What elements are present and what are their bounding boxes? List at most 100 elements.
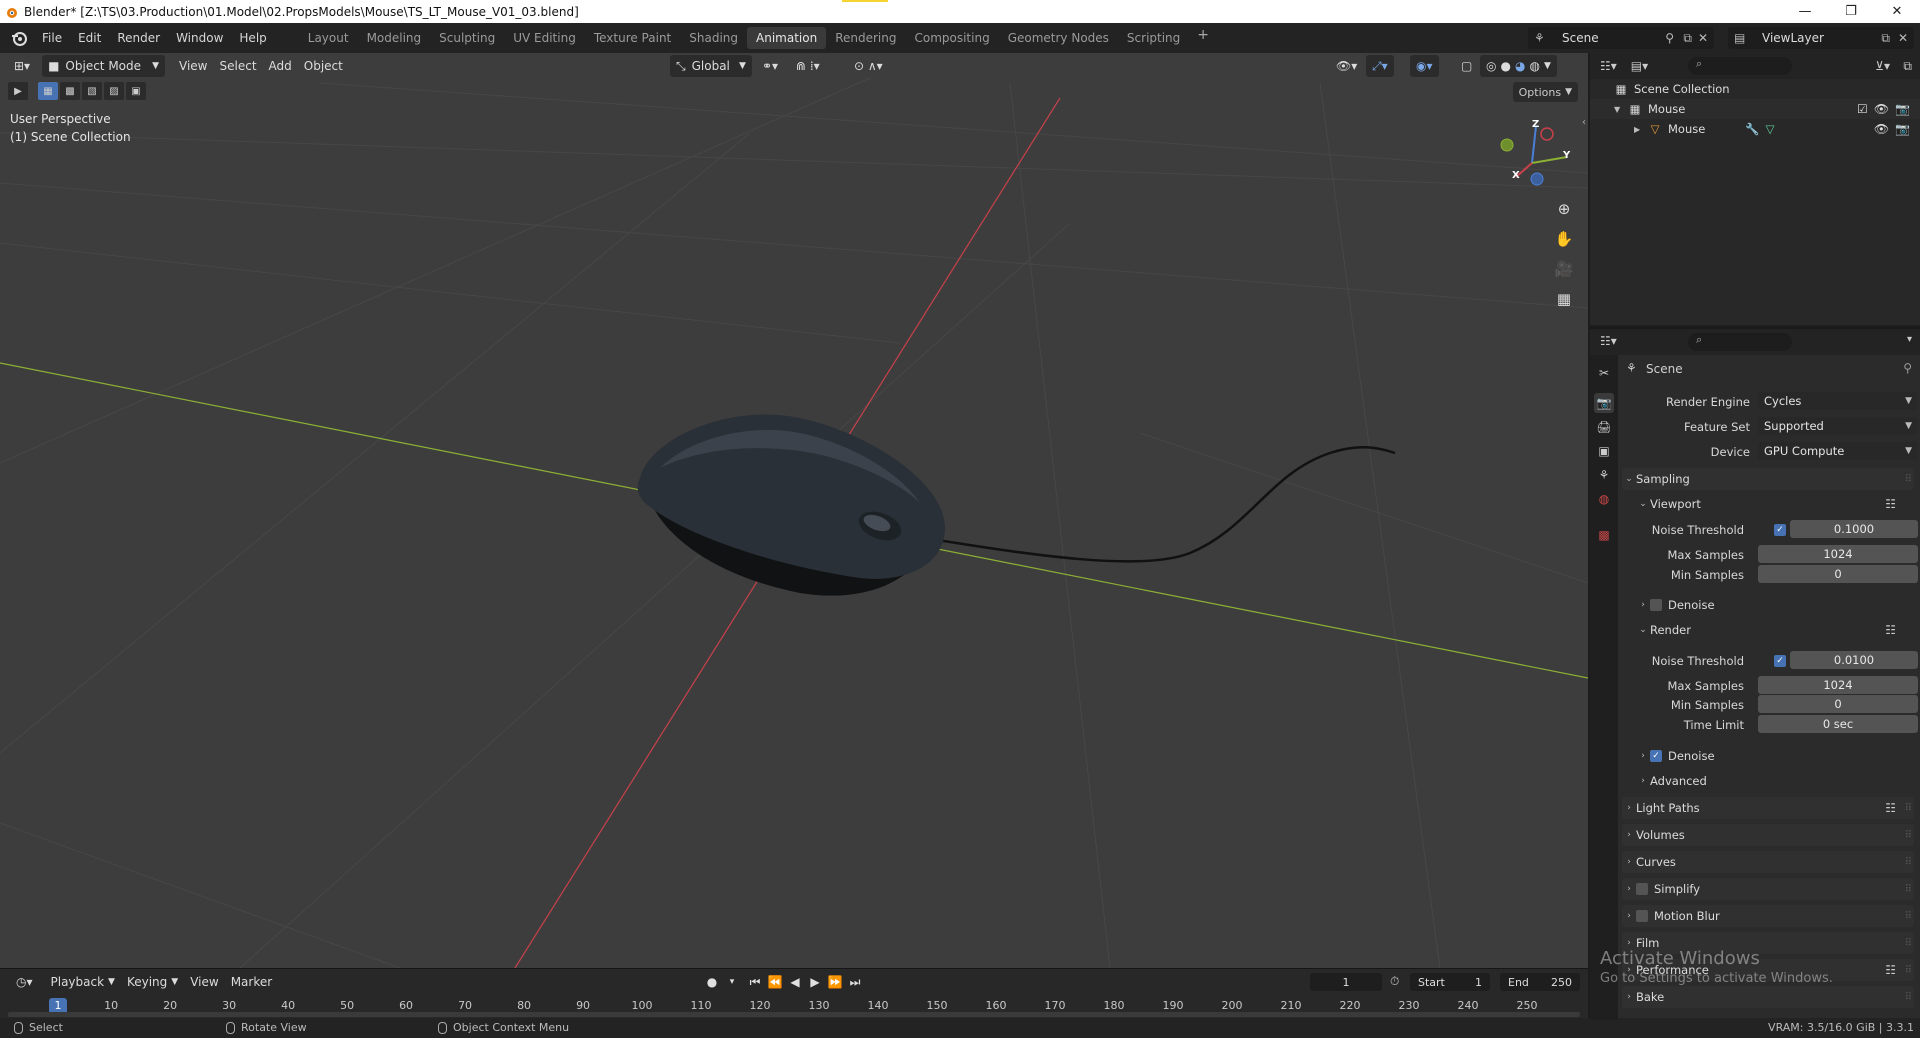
render-engine-dropdown[interactable]: Cycles ▼ bbox=[1758, 392, 1918, 410]
r-max-samples-field[interactable]: 1024 bbox=[1758, 676, 1918, 694]
drag-grip-icon[interactable]: ⠿ bbox=[1905, 992, 1912, 1003]
panel-render[interactable]: ⌄ Render ☷ bbox=[1622, 619, 1914, 641]
camera-view-icon[interactable]: 🎥 bbox=[1552, 257, 1576, 281]
menu-playback[interactable]: Playback ▼ bbox=[45, 971, 121, 993]
proportional-edit-icon[interactable]: ⊙ ∧▾ bbox=[848, 55, 889, 77]
menu-edit[interactable]: Edit bbox=[70, 27, 109, 49]
scene-tab-icon[interactable]: ⚘ bbox=[1594, 465, 1614, 485]
pivot-icon[interactable]: ⚭▾ bbox=[756, 55, 784, 77]
panel-motion-blur[interactable]: › Motion Blur ⠿ bbox=[1622, 905, 1914, 927]
pan-hand-icon[interactable]: ✋ bbox=[1552, 227, 1576, 251]
snap-icon[interactable]: ⋒ ⁞▾ bbox=[790, 55, 826, 77]
outliner-search-input[interactable]: ⌕ bbox=[1688, 57, 1792, 75]
panel-bake[interactable]: › Bake ⠿ bbox=[1622, 986, 1914, 1008]
panel-performance[interactable]: › Performance ☷ ⠿ bbox=[1622, 959, 1914, 981]
r-min-samples-field[interactable]: 0 bbox=[1758, 695, 1918, 713]
jump-end-icon[interactable]: ⏭ bbox=[845, 975, 865, 990]
outliner-row-scene-collection[interactable]: ▦ Scene Collection bbox=[1590, 79, 1920, 99]
drag-grip-icon[interactable]: ⠿ bbox=[1905, 830, 1912, 841]
editor-type-icon[interactable]: ⊞▾ bbox=[8, 55, 36, 77]
tab-rendering[interactable]: Rendering bbox=[826, 27, 905, 49]
jump-keyframe-forward-icon[interactable]: ⏩ bbox=[825, 975, 845, 989]
3d-viewport[interactable]: ⊞▾ ■ Object Mode ▼ View Select Add Objec… bbox=[0, 53, 1588, 968]
r-time-limit-field[interactable]: 0 sec bbox=[1758, 715, 1918, 733]
scene-selector[interactable]: Scene ⚘ ⚲ ⧉ ✕ bbox=[1528, 27, 1714, 49]
menu-timeline-view[interactable]: View bbox=[184, 971, 224, 993]
restore-button[interactable]: ❐ bbox=[1828, 0, 1874, 23]
start-frame-field[interactable]: Start 1 bbox=[1410, 973, 1490, 991]
play-icon[interactable]: ▶ bbox=[805, 975, 825, 989]
mode-selector[interactable]: ■ Object Mode ▼ bbox=[42, 55, 166, 77]
eye-icon[interactable]: 👁 bbox=[1874, 102, 1889, 116]
gizmo-z-label[interactable]: Z bbox=[1532, 119, 1539, 130]
add-workspace-button[interactable]: + bbox=[1189, 27, 1217, 49]
solid-shading-icon[interactable]: ● bbox=[1500, 59, 1510, 73]
ortho-grid-icon[interactable]: ▦ bbox=[1552, 287, 1576, 311]
menu-window[interactable]: Window bbox=[168, 27, 231, 49]
panel-r-denoise[interactable]: › ✓ Denoise bbox=[1622, 745, 1914, 767]
motion-blur-checkbox[interactable] bbox=[1636, 910, 1648, 922]
select-new-icon[interactable]: ▦ bbox=[38, 82, 58, 100]
menu-help[interactable]: Help bbox=[231, 27, 274, 49]
material-shading-icon[interactable]: ◕ bbox=[1515, 59, 1525, 73]
timeline-ruler[interactable]: 1 10 20 30 40 50 60 70 80 90 100 110 120 130 140 150 160… bbox=[0, 996, 1588, 1018]
r-noise-threshold-field[interactable]: 0.0100 bbox=[1790, 651, 1918, 669]
panel-sampling[interactable]: ⌄ Sampling ⠿ bbox=[1622, 468, 1914, 490]
output-tab-icon[interactable]: 🖨 bbox=[1594, 417, 1614, 437]
tab-shading[interactable]: Shading bbox=[680, 27, 747, 49]
transform-orientation-selector[interactable]: ⤡ Global ▼ bbox=[670, 55, 752, 77]
outliner-row-mouse-collection[interactable]: ▼ ▦ Mouse ☑ 👁 📷 bbox=[1590, 99, 1920, 119]
end-frame-field[interactable]: End 250 bbox=[1500, 973, 1580, 991]
panel-viewport[interactable]: ⌄ Viewport ☷ bbox=[1622, 493, 1914, 515]
panel-film[interactable]: › Film ⠿ bbox=[1622, 932, 1914, 954]
jump-start-icon[interactable]: ⏮ bbox=[745, 975, 765, 990]
tool-tab-icon[interactable]: ✂ bbox=[1594, 363, 1614, 383]
overlay-toggle-icon[interactable]: ◉▾ bbox=[1410, 55, 1439, 77]
menu-marker[interactable]: Marker bbox=[225, 971, 278, 993]
presets-list-icon[interactable]: ☷ bbox=[1885, 623, 1896, 637]
vp-max-samples-field[interactable]: 1024 bbox=[1758, 545, 1918, 563]
tab-scripting[interactable]: Scripting bbox=[1118, 27, 1189, 49]
tab-geometry-nodes[interactable]: Geometry Nodes bbox=[999, 27, 1118, 49]
vp-noise-threshold-field[interactable]: 0.1000 bbox=[1790, 520, 1918, 538]
chevron-down-icon[interactable]: ▾ bbox=[722, 977, 742, 987]
feature-set-dropdown[interactable]: Supported ▼ bbox=[1758, 417, 1918, 435]
tab-uv-editing[interactable]: UV Editing bbox=[504, 27, 585, 49]
pin-icon[interactable]: ⚲ bbox=[1903, 361, 1912, 375]
vp-noise-threshold-checkbox[interactable]: ✓ bbox=[1774, 524, 1786, 536]
panel-advanced[interactable]: › Advanced bbox=[1622, 770, 1914, 792]
select-invert-icon[interactable]: ▨ bbox=[104, 82, 124, 100]
visibility-icon[interactable]: 👁▾ bbox=[1330, 55, 1363, 77]
record-icon[interactable]: ● bbox=[702, 975, 722, 989]
mesh-data-icon[interactable]: ▽ bbox=[1766, 122, 1775, 136]
camera-icon[interactable]: 📷 bbox=[1895, 102, 1910, 116]
viewlayer-selector[interactable]: ViewLayer ▤ ⧉ ✕ bbox=[1728, 27, 1914, 49]
delete-viewlayer-icon[interactable]: ✕ bbox=[1898, 31, 1908, 45]
tab-texture-paint[interactable]: Texture Paint bbox=[585, 27, 680, 49]
new-scene-icon[interactable]: ⧉ bbox=[1683, 31, 1692, 46]
drag-grip-icon[interactable]: ⠿ bbox=[1905, 938, 1912, 949]
timeline-scrollbar[interactable] bbox=[8, 1012, 1580, 1017]
timeline-editor-icon[interactable]: ◷▾ bbox=[10, 971, 39, 993]
xray-icon[interactable]: ▢ bbox=[1455, 55, 1478, 77]
gizmo-y-label[interactable]: Y bbox=[1563, 150, 1570, 161]
view-layer-tab-icon[interactable]: ▣ bbox=[1594, 441, 1614, 461]
presets-list-icon[interactable]: ☷ bbox=[1885, 963, 1896, 977]
r-denoise-checkbox[interactable]: ✓ bbox=[1650, 750, 1662, 762]
menu-keying[interactable]: Keying ▼ bbox=[121, 971, 184, 993]
outliner-row-mouse-object[interactable]: ▶ ▽ Mouse 🔧 ▽ 👁 📷 bbox=[1590, 119, 1920, 139]
delete-scene-icon[interactable]: ✕ bbox=[1698, 31, 1708, 45]
world-tab-icon[interactable]: ◍ bbox=[1594, 489, 1614, 509]
panel-simplify[interactable]: › Simplify ⠿ bbox=[1622, 878, 1914, 900]
menu-view[interactable]: View bbox=[173, 55, 213, 77]
select-subtract-icon[interactable]: ▧ bbox=[82, 82, 102, 100]
device-dropdown[interactable]: GPU Compute ▼ bbox=[1758, 442, 1918, 460]
options-button[interactable]: Options ▼ bbox=[1512, 82, 1578, 102]
tab-animation[interactable]: Animation bbox=[747, 27, 827, 49]
rendered-shading-icon[interactable]: ◍ bbox=[1529, 59, 1539, 73]
drag-grip-icon[interactable]: ⠿ bbox=[1905, 474, 1912, 485]
outliner-editor-icon[interactable]: ☷▾ bbox=[1600, 59, 1617, 73]
sidebar-toggle-icon[interactable]: ‹ bbox=[1582, 117, 1586, 128]
wireframe-shading-icon[interactable]: ◎ bbox=[1486, 59, 1496, 73]
properties-search-input[interactable]: ⌕ bbox=[1688, 333, 1792, 351]
